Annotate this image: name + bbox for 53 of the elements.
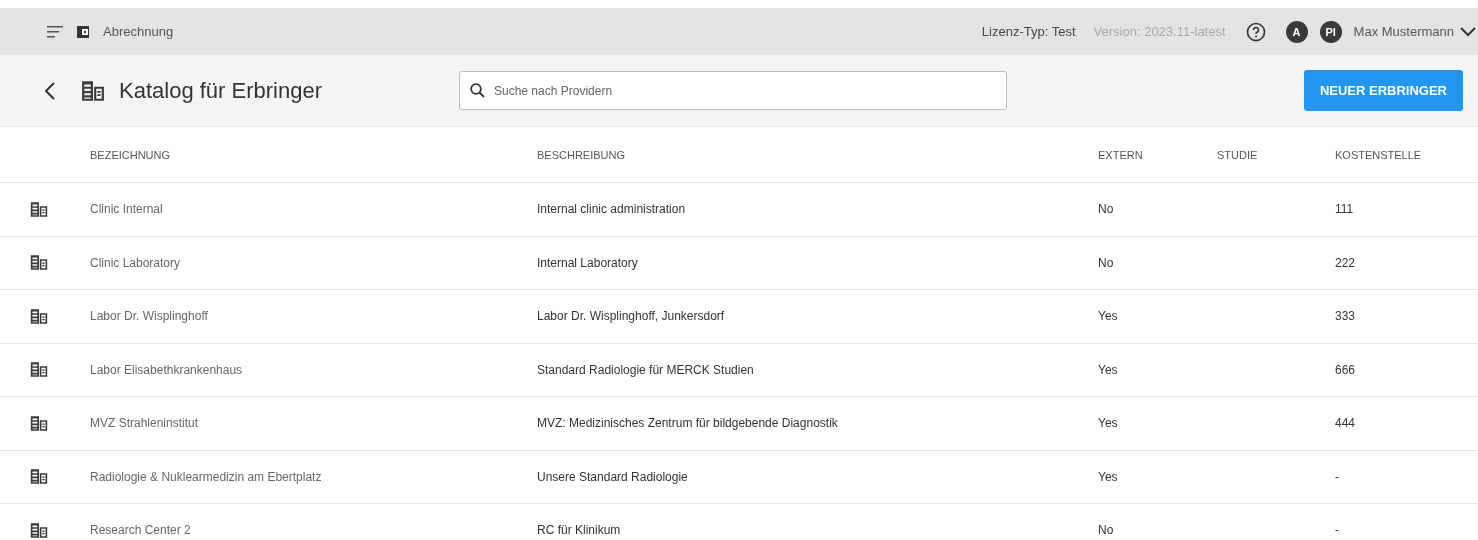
table-cell: Standard Radiologie für MERCK Studien	[537, 362, 754, 377]
table-cell: Research Center 2	[90, 523, 191, 538]
table-cell: Yes	[1098, 469, 1118, 484]
table-cell: Radiologie & Nuklearmedizin am Ebertplatz	[90, 469, 322, 484]
table-cell: Yes	[1098, 362, 1118, 377]
app-title: Abrechnung	[103, 24, 174, 39]
column-header[interactable]: EXTERN	[1098, 148, 1143, 161]
table-cell: MVZ Strahleninstitut	[90, 416, 199, 431]
column-header[interactable]: KOSTENSTELLE	[1335, 148, 1422, 161]
table-cell: Internal Laboratory	[537, 255, 638, 270]
table-cell: RC für Klinikum	[537, 523, 621, 538]
table-cell: -	[1335, 469, 1339, 484]
building-icon	[30, 361, 48, 379]
building-icon	[30, 307, 48, 325]
table-cell: Unsere Standard Radiologie	[537, 469, 688, 484]
help-icon[interactable]	[1245, 21, 1266, 42]
wallet-icon	[77, 24, 91, 39]
back-icon[interactable]	[45, 81, 55, 100]
table-cell: Labor Elisabethkrankenhaus	[90, 362, 243, 377]
table-cell: Labor Dr. Wisplinghoff	[90, 309, 208, 324]
table-cell: 444	[1335, 416, 1356, 431]
table-cell: Clinic Laboratory	[90, 255, 181, 270]
menu-icon[interactable]	[47, 25, 63, 38]
table-cell: 666	[1335, 362, 1356, 377]
user-name[interactable]: Max Mustermann	[1353, 24, 1454, 39]
table-cell: 222	[1335, 255, 1356, 270]
table-cell: No	[1098, 523, 1114, 538]
table-cell: Labor Dr. Wisplinghoff, Junkersdorf	[537, 309, 725, 324]
building-icon	[30, 468, 48, 486]
column-header[interactable]: STUDIE	[1217, 148, 1258, 161]
building-icon	[30, 254, 48, 272]
column-header[interactable]: BESCHREIBUNG	[537, 148, 626, 161]
building-icon	[30, 200, 48, 218]
column-header[interactable]: BEZEICHNUNG	[90, 148, 171, 161]
table-cell: Yes	[1098, 309, 1118, 324]
table-cell: Internal clinic administration	[537, 202, 686, 217]
page-title: Katalog für Erbringer	[119, 77, 323, 104]
building-icon	[30, 414, 48, 432]
table-cell: 333	[1335, 309, 1356, 324]
table-cell: 111	[1335, 202, 1354, 217]
table-cell: -	[1335, 523, 1339, 538]
table-cell: Yes	[1098, 416, 1118, 431]
building-icon	[81, 79, 105, 102]
avatar[interactable]: PI	[1319, 20, 1342, 43]
table-cell: No	[1098, 255, 1114, 270]
table-cell: Clinic Internal	[90, 202, 163, 217]
table-cell: MVZ: Medizinisches Zentrum für bildgebende Diagnostik	[537, 416, 838, 431]
license-type: Lizenz-Typ: Test	[981, 24, 1076, 39]
table-cell: No	[1098, 202, 1114, 217]
avatar[interactable]: A	[1285, 20, 1308, 43]
version-label: Version: 2023.11-latest	[1093, 24, 1226, 39]
search-field[interactable]: Suche nach Providern	[459, 71, 1007, 110]
chevron-down-icon[interactable]	[1460, 26, 1476, 37]
